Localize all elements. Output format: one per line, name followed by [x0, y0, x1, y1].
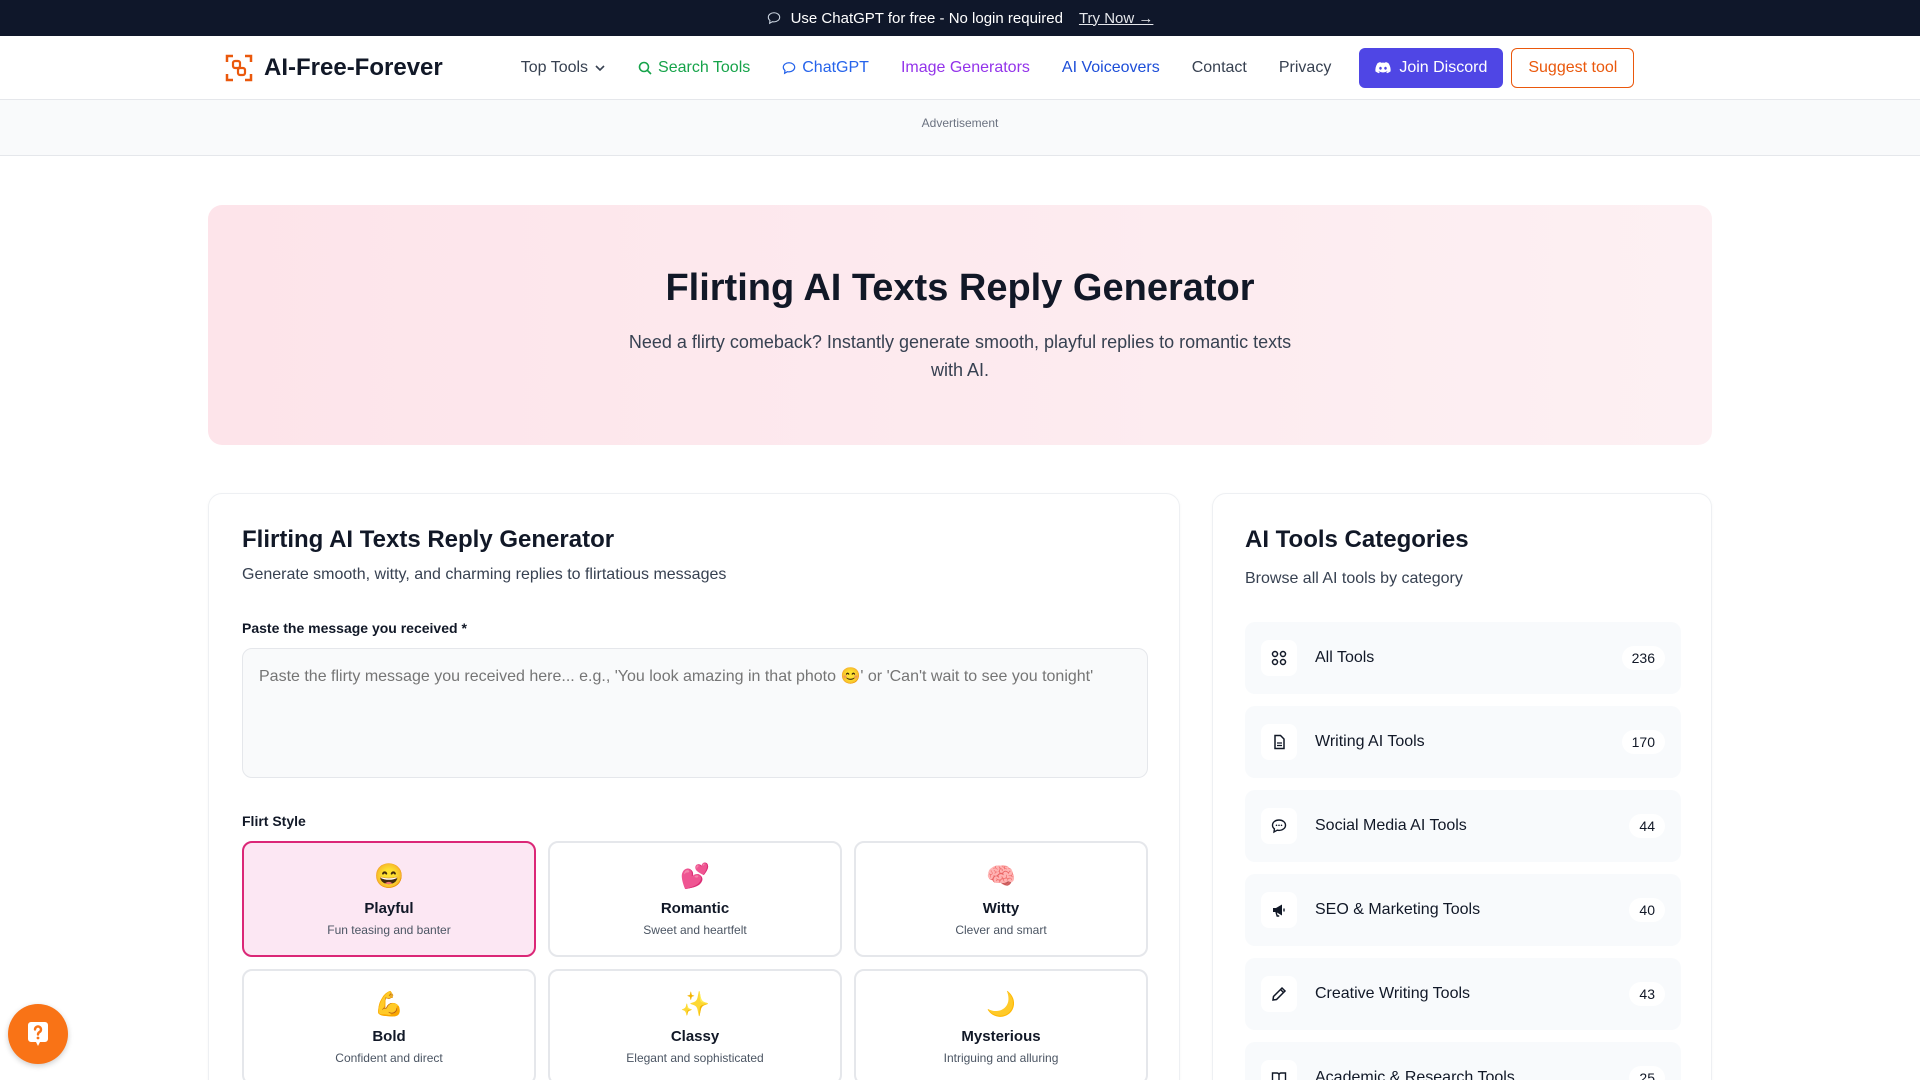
style-option-romantic[interactable]: 💕 Romantic Sweet and heartfelt — [548, 841, 842, 957]
category-count: 170 — [1621, 730, 1665, 754]
category-count: 40 — [1629, 898, 1665, 922]
chat-bubble-icon — [782, 61, 796, 74]
style-option-desc: Confident and direct — [335, 1050, 443, 1065]
nav-privacy[interactable]: Privacy — [1279, 59, 1331, 77]
nav-ai-voiceovers[interactable]: AI Voiceovers — [1062, 59, 1160, 77]
category-creative-writing-tools[interactable]: Creative Writing Tools 43 — [1245, 958, 1681, 1030]
nav-image-generators[interactable]: Image Generators — [901, 59, 1030, 77]
top-banner: Use ChatGPT for free - No login required… — [0, 0, 1920, 36]
categories-subtitle: Browse all AI tools by category — [1245, 570, 1463, 587]
style-option-name: Witty — [982, 899, 1020, 917]
style-option-desc: Fun teasing and banter — [327, 922, 451, 937]
chat-bubble-icon — [767, 12, 780, 25]
category-academic-research-tools[interactable]: Academic & Research Tools 25 — [1245, 1042, 1681, 1080]
style-option-name: Mysterious — [961, 1027, 1041, 1045]
nav-chatgpt[interactable]: ChatGPT — [782, 59, 869, 77]
flirt-style-options: 😄 Playful Fun teasing and banter 💕 Roman… — [242, 841, 1148, 1080]
nav-contact[interactable]: Contact — [1192, 59, 1247, 77]
logo-text: AI-Free-Forever — [264, 53, 443, 81]
nav-search-tools[interactable]: Search Tools — [638, 59, 750, 77]
nav-top-tools-label: Top Tools — [520, 58, 589, 76]
category-name: Academic & Research Tools — [1315, 1069, 1515, 1080]
style-option-desc: Sweet and heartfelt — [643, 922, 747, 937]
hero-title: Flirting AI Texts Reply Generator — [665, 267, 1255, 309]
help-icon — [28, 1022, 48, 1046]
nav-image-generators-label: Image Generators — [900, 58, 1030, 76]
join-discord-button[interactable]: Join Discord — [1359, 47, 1504, 88]
sparkles-icon: ✨ — [680, 990, 710, 1018]
suggest-tool-label: Suggest tool — [1528, 58, 1618, 76]
document-icon — [1261, 724, 1297, 760]
suggest-tool-button[interactable]: Suggest tool — [1511, 47, 1635, 88]
style-option-playful[interactable]: 😄 Playful Fun teasing and banter — [242, 841, 536, 957]
category-count: 43 — [1629, 982, 1665, 1006]
style-option-desc: Intriguing and alluring — [943, 1050, 1059, 1065]
flirt-style-label: Flirt Style — [242, 813, 306, 829]
brain-icon: 🧠 — [986, 862, 1016, 890]
style-option-name: Romantic — [660, 899, 730, 917]
category-name: All Tools — [1315, 649, 1375, 666]
site-header: AI-Free-Forever Top Tools Search Tools C… — [0, 36, 1920, 100]
join-discord-label: Join Discord — [1399, 58, 1488, 76]
ad-banner: Advertisement — [0, 100, 1920, 156]
style-option-classy[interactable]: ✨ Classy Elegant and sophisticated — [548, 969, 842, 1080]
try-now-link[interactable]: Try Now → — [1079, 10, 1153, 27]
category-count: 236 — [1621, 646, 1665, 670]
category-all-tools[interactable]: All Tools 236 — [1245, 622, 1681, 694]
nav-chatgpt-label: ChatGPT — [802, 58, 869, 76]
book-icon — [1261, 1060, 1297, 1080]
logo-icon — [225, 54, 253, 81]
generator-card: Flirting AI Texts Reply Generator Genera… — [208, 493, 1180, 1080]
nav-privacy-label: Privacy — [1278, 58, 1332, 76]
discord-icon — [1375, 61, 1391, 73]
categories-card: AI Tools Categories Browse all AI tools … — [1212, 493, 1712, 1080]
categories-list: All Tools 236 Writing AI Tools 170 Socia… — [1245, 622, 1681, 1080]
style-option-mysterious[interactable]: 🌙 Mysterious Intriguing and alluring — [854, 969, 1148, 1080]
site-logo[interactable]: AI-Free-Forever — [224, 53, 443, 83]
category-count: 44 — [1629, 814, 1665, 838]
crescent-moon-icon: 🌙 — [986, 990, 1016, 1018]
style-option-name: Playful — [364, 899, 414, 917]
message-input[interactable] — [242, 648, 1148, 778]
pencil-icon — [1261, 976, 1297, 1012]
category-name: Social Media AI Tools — [1315, 817, 1467, 834]
category-social-media-ai-tools[interactable]: Social Media AI Tools 44 — [1245, 790, 1681, 862]
nav-contact-label: Contact — [1191, 58, 1247, 76]
categories-title: AI Tools Categories — [1245, 526, 1469, 553]
message-label: Paste the message you received * — [242, 620, 467, 636]
banner-text: Use ChatGPT for free - No login required — [790, 9, 1063, 27]
search-icon — [638, 61, 652, 75]
category-name: SEO & Marketing Tools — [1315, 901, 1481, 918]
flexed-biceps-icon: 💪 — [374, 990, 404, 1018]
style-option-desc: Clever and smart — [955, 922, 1047, 937]
nav-ai-voiceovers-label: AI Voiceovers — [1061, 58, 1160, 76]
chat-bubble-icon — [1261, 808, 1297, 844]
style-option-bold[interactable]: 💪 Bold Confident and direct — [242, 969, 536, 1080]
category-seo-marketing-tools[interactable]: SEO & Marketing Tools 40 — [1245, 874, 1681, 946]
generator-title: Flirting AI Texts Reply Generator — [242, 526, 615, 553]
two-hearts-icon: 💕 — [680, 862, 710, 890]
category-name: Writing AI Tools — [1315, 733, 1425, 750]
hero-subtitle: Need a flirty comeback? Instantly genera… — [628, 332, 1292, 380]
generator-subtitle: Generate smooth, witty, and charming rep… — [242, 566, 727, 583]
category-count: 25 — [1629, 1066, 1665, 1080]
style-option-name: Classy — [670, 1027, 720, 1045]
chevron-down-icon — [595, 64, 605, 71]
ad-label: Advertisement — [921, 116, 999, 130]
style-option-name: Bold — [372, 1027, 406, 1045]
category-writing-ai-tools[interactable]: Writing AI Tools 170 — [1245, 706, 1681, 778]
grid-icon — [1261, 640, 1297, 676]
grinning-face-icon: 😄 — [374, 862, 404, 890]
category-name: Creative Writing Tools — [1315, 985, 1471, 1002]
help-button[interactable] — [8, 1004, 68, 1064]
nav-top-tools[interactable]: Top Tools — [521, 59, 606, 77]
hero-section: Flirting AI Texts Reply Generator Need a… — [208, 205, 1712, 445]
style-option-witty[interactable]: 🧠 Witty Clever and smart — [854, 841, 1148, 957]
main-nav: Top Tools Search Tools ChatGPT Image Gen… — [521, 59, 1364, 77]
nav-search-tools-label: Search Tools — [658, 58, 751, 76]
megaphone-icon — [1261, 892, 1297, 928]
style-option-desc: Elegant and sophisticated — [626, 1050, 764, 1065]
